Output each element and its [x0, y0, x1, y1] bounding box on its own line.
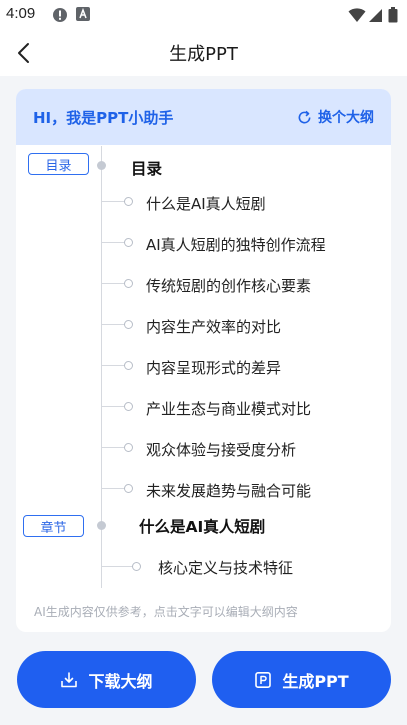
chapter-node-dot — [97, 521, 106, 530]
download-icon — [61, 671, 78, 687]
assistant-greeting: HI，我是PPT小助手 — [33, 109, 174, 127]
font-a-icon — [76, 7, 90, 21]
battery-icon — [388, 7, 398, 23]
toc-item[interactable]: 传统短剧的创作核心要素 — [146, 275, 311, 296]
chapter-heading[interactable]: 什么是AI真人短剧 — [139, 515, 265, 537]
status-time: 4:09 — [6, 5, 36, 22]
disclaimer-note: AI生成内容仅供参考，点击文字可以编辑大纲内容 — [34, 605, 298, 619]
app-header: 生成PPT — [0, 30, 407, 76]
download-outline-button[interactable]: 下载大纲 — [17, 651, 196, 708]
change-outline-button[interactable]: 换个大纲 — [297, 107, 374, 127]
signal-icon — [369, 9, 382, 22]
card-header: HI，我是PPT小助手 换个大纲 — [16, 89, 391, 145]
toc-item[interactable]: 产业生态与商业模式对比 — [146, 398, 311, 419]
status-bar: 4:09 — [0, 0, 407, 30]
toc-item[interactable]: 内容呈现形式的差异 — [146, 357, 281, 378]
toc-node-dot — [97, 161, 106, 170]
ppt-icon — [255, 671, 272, 688]
toc-item[interactable]: 观众体验与接受度分析 — [146, 439, 296, 460]
refresh-icon — [298, 110, 311, 123]
wifi-icon — [348, 8, 366, 22]
toc-item[interactable]: 什么是AI真人短剧 — [146, 193, 266, 214]
toc-item[interactable]: AI真人短剧的独特创作流程 — [146, 234, 326, 255]
chapter-tag: 章节 — [23, 515, 84, 537]
generate-ppt-label: 生成PPT — [282, 671, 349, 691]
toc-item[interactable]: 内容生产效率的对比 — [146, 316, 281, 337]
chapter-item[interactable]: 核心定义与技术特征 — [158, 557, 293, 578]
download-outline-label: 下载大纲 — [88, 671, 153, 691]
toc-item[interactable]: 未来发展趋势与融合可能 — [146, 480, 311, 501]
page-title: 生成PPT — [169, 44, 238, 65]
change-outline-label: 换个大纲 — [318, 110, 374, 126]
toc-tag: 目录 — [28, 153, 89, 175]
generate-ppt-button[interactable]: 生成PPT — [212, 651, 391, 708]
toc-heading[interactable]: 目录 — [131, 157, 162, 179]
alert-icon — [53, 8, 67, 22]
